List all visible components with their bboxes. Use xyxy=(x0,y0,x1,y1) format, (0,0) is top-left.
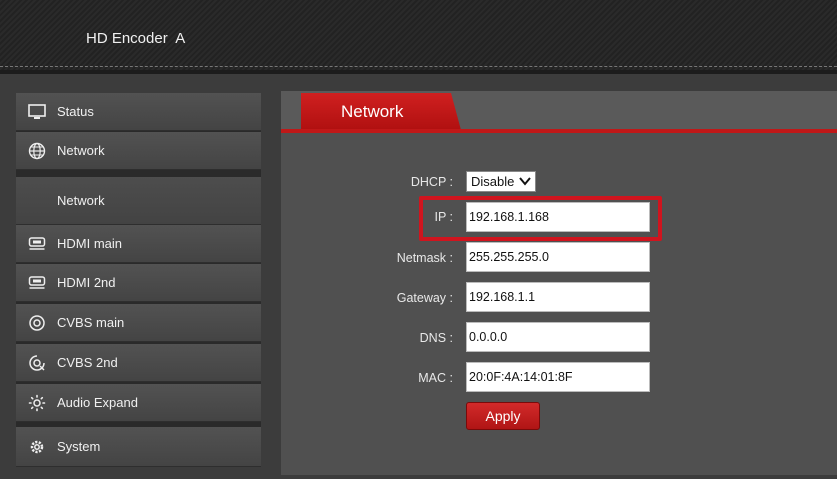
dhcp-select[interactable]: Disable xyxy=(466,171,536,192)
globe-icon xyxy=(27,141,47,161)
monitor-icon xyxy=(27,102,47,122)
ip-highlight-box xyxy=(419,196,662,241)
sidebar-item-hdmi-2nd[interactable]: HDMI 2nd xyxy=(16,264,261,302)
gear-icon xyxy=(27,437,47,457)
dhcp-select-value: Disable xyxy=(471,174,515,189)
hdmi-icon xyxy=(27,234,47,254)
cvbs-icon xyxy=(27,313,47,333)
cvbs-icon xyxy=(27,353,47,373)
gateway-field[interactable]: 192.168.1.1 xyxy=(466,282,650,312)
sidebar-item-cvbs-2nd[interactable]: CVBS 2nd xyxy=(16,344,261,382)
sidebar-item-system[interactable]: System xyxy=(16,427,261,467)
sidebar-item-label: Network xyxy=(57,143,105,158)
tab-underline xyxy=(281,129,837,133)
audio-icon xyxy=(27,393,47,413)
sidebar: Status Network Network HDMI main HDMI 2n… xyxy=(16,93,261,467)
apply-button[interactable]: Apply xyxy=(466,402,540,430)
sidebar-subitem-label: Network xyxy=(57,193,105,208)
sidebar-item-label: HDMI 2nd xyxy=(57,275,116,290)
netmask-field[interactable]: 255.255.255.0 xyxy=(466,242,650,272)
sidebar-item-cvbs-main[interactable]: CVBS main xyxy=(16,304,261,342)
sidebar-item-label: Audio Expand xyxy=(57,395,138,410)
dns-field[interactable]: 0.0.0.0 xyxy=(466,322,650,352)
sidebar-item-audio-expand[interactable]: Audio Expand xyxy=(16,384,261,422)
sidebar-subitem-network[interactable]: Network xyxy=(16,177,261,225)
sidebar-item-status[interactable]: Status xyxy=(16,93,261,131)
sidebar-item-label: HDMI main xyxy=(57,236,123,251)
netmask-label: Netmask : xyxy=(396,251,453,265)
header-divider xyxy=(0,66,837,67)
dhcp-label: DHCP : xyxy=(410,175,453,189)
mac-field[interactable]: 20:0F:4A:14:01:8F xyxy=(466,362,650,392)
app-title: HD Encoder A xyxy=(86,30,186,47)
sidebar-item-network[interactable]: Network xyxy=(16,132,261,170)
dns-label: DNS : xyxy=(419,331,453,345)
mac-label: MAC : xyxy=(418,371,453,385)
sidebar-item-label: Status xyxy=(57,104,94,119)
sidebar-item-hdmi-main[interactable]: HDMI main xyxy=(16,225,261,263)
sidebar-item-label: CVBS main xyxy=(57,315,125,330)
tab-network[interactable]: Network xyxy=(301,93,461,130)
hdmi-icon xyxy=(27,273,47,293)
sidebar-item-label: System xyxy=(57,439,101,454)
sidebar-item-label: CVBS 2nd xyxy=(57,355,118,370)
gateway-label: Gateway : xyxy=(396,291,453,305)
chevron-down-icon xyxy=(519,174,531,191)
